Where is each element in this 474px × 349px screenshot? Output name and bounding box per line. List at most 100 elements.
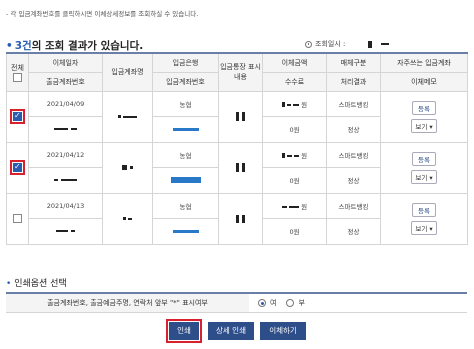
fee: 0원 [262, 166, 327, 194]
amount-cell: 원 [262, 90, 327, 117]
detail-print-button[interactable]: 상세 인쇄 [208, 322, 254, 340]
amount-cell: 원 [262, 192, 327, 219]
inquiry-label: 조회일시 : [315, 40, 346, 48]
table-row: 2021/04/13 농협 원 스마트뱅킹 등록 보기 ▾ [6, 192, 468, 245]
redacted-memo [242, 112, 245, 121]
highlight-box [10, 160, 25, 175]
process-result: 정상 [326, 217, 381, 245]
col-transfer-date: 이체일자 [28, 52, 103, 73]
bullet-icon: • [6, 279, 12, 289]
chevron-down-icon: ▾ [429, 224, 433, 233]
in-account-cell[interactable] [152, 115, 219, 143]
highlight-box: 인쇄 [166, 319, 202, 343]
table-row: 2021/04/12 농협 원 스마트뱅킹 등록 보기 ▾ [6, 141, 468, 194]
amount-unit: 원 [301, 100, 308, 109]
redacted-amount [286, 154, 292, 157]
out-account-cell[interactable] [28, 115, 103, 143]
redacted-memo [242, 214, 245, 223]
print-options-title: • 인쇄옵션 선택 [6, 276, 67, 289]
in-bank: 농협 [152, 141, 219, 168]
transfer-date: 2021/04/13 [28, 192, 103, 219]
memo-select-value: 보기 [415, 122, 428, 131]
bullet-icon: • [6, 40, 13, 52]
row-checkbox[interactable] [13, 111, 22, 121]
redacted-amount [293, 103, 300, 106]
col-out-account: 출금계좌번호 [28, 71, 103, 92]
redacted-account [70, 128, 77, 130]
depositor-name-cell [102, 90, 153, 143]
header-all-label: 전체 [11, 63, 24, 72]
notice-text: - 각 입금계좌번호를 클릭하시면 이체상세정보를 조회하실 수 있습니다. [6, 10, 199, 18]
register-button[interactable]: 등록 [412, 151, 436, 166]
redacted-name [123, 115, 138, 118]
print-options-row: 출금계좌번호, 출금예금주명, 연락처 앞부 "*" 표시여부 여 부 [6, 292, 467, 313]
memo-select-value: 보기 [415, 173, 428, 182]
mask-no-radio[interactable] [286, 299, 295, 307]
register-button[interactable]: 등록 [412, 202, 436, 217]
process-result: 정상 [326, 166, 381, 194]
col-in-bank: 입금은행 [152, 52, 219, 73]
mask-yes-label: 여 [270, 299, 277, 307]
action-buttons: 인쇄 상세 인쇄 이체하기 [166, 319, 306, 343]
fee: 0원 [262, 217, 327, 245]
redacted-amount [289, 205, 299, 208]
clock-icon [305, 40, 312, 48]
redacted-amount [281, 205, 287, 208]
redacted-account [60, 179, 77, 181]
redacted-memo [236, 112, 239, 121]
redacted-in-account [172, 127, 199, 131]
amount-unit: 원 [301, 151, 308, 160]
transfer-date: 2021/04/12 [28, 141, 103, 168]
redacted-inquiry-time [381, 43, 390, 45]
channel: 스마트뱅킹 [326, 90, 381, 117]
redacted-name [128, 217, 133, 220]
process-result: 정상 [326, 115, 381, 143]
chevron-down-icon: ▾ [429, 122, 433, 131]
in-account-cell[interactable] [152, 166, 219, 194]
fee: 0원 [262, 115, 327, 143]
out-account-cell[interactable] [28, 166, 103, 194]
col-in-memo: 입금통장 표시내용 [218, 52, 263, 92]
row-checkbox[interactable] [13, 214, 22, 223]
redacted-memo [242, 163, 245, 172]
print-button[interactable]: 인쇄 [169, 322, 199, 340]
select-all-checkbox[interactable] [13, 72, 22, 82]
result-suffix: 의 조회 결과가 있습니다. [31, 40, 144, 52]
transfer-result-table: 전체 이체일자 입금계좌명 입금은행 입금통장 표시내용 이체금액 매체구분 자… [6, 52, 468, 245]
redacted-memo [236, 163, 239, 172]
redacted-name [122, 217, 126, 220]
in-bank: 농협 [152, 90, 219, 117]
row-checkbox[interactable] [13, 162, 22, 172]
mask-option-label: 출금계좌번호, 출금예금주명, 연락처 앞부 "*" 표시여부 [6, 294, 249, 312]
memo-select[interactable]: 보기 ▾ [411, 118, 437, 133]
frequent-cell: 등록 보기 ▾ [380, 141, 468, 194]
transfer-button[interactable]: 이체하기 [260, 322, 306, 340]
channel: 스마트뱅킹 [326, 141, 381, 168]
table-row: 2021/04/09 농협 원 스마트뱅킹 등록 보기 ▾ [6, 90, 468, 143]
result-title: • 3건의 조회 결과가 있습니다. [6, 38, 143, 53]
in-memo-cell [218, 90, 263, 143]
in-memo-cell [218, 141, 263, 194]
mask-yes-radio[interactable] [258, 299, 266, 307]
memo-select[interactable]: 보기 ▾ [411, 220, 437, 235]
mask-option-radios: 여 부 [258, 298, 305, 308]
redacted-account [56, 230, 69, 232]
col-depositor-name: 입금계좌명 [102, 52, 153, 92]
highlight-box [10, 109, 25, 124]
redacted-in-account [172, 229, 199, 233]
register-button[interactable]: 등록 [412, 100, 436, 115]
redacted-name [129, 166, 133, 169]
memo-select[interactable]: 보기 ▾ [411, 169, 437, 184]
redacted-inquiry-time [368, 40, 373, 48]
redacted-amount [294, 154, 300, 157]
in-account-cell[interactable] [152, 217, 219, 245]
col-memo: 이체메모 [380, 71, 468, 92]
redacted-memo [236, 214, 239, 223]
out-account-cell[interactable] [28, 217, 103, 245]
redacted-amount [281, 153, 285, 158]
channel: 스마트뱅킹 [326, 192, 381, 219]
in-bank: 농협 [152, 192, 219, 219]
col-fee: 수수료 [262, 71, 327, 92]
frequent-cell: 등록 보기 ▾ [380, 90, 468, 143]
transfer-date: 2021/04/09 [28, 90, 103, 117]
